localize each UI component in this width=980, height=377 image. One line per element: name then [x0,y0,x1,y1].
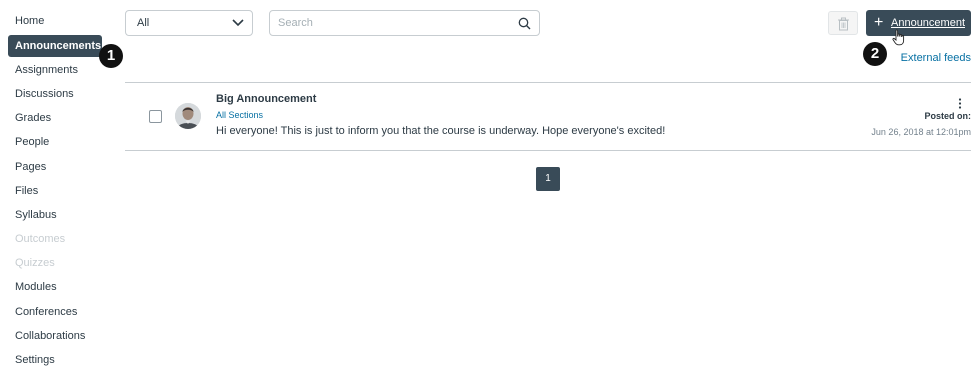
hand-cursor-icon [892,29,905,46]
nav-item-conferences[interactable]: Conferences [8,301,102,323]
row-divider-top [125,82,971,83]
search-icon [518,17,531,30]
nav-item-modules[interactable]: Modules [8,276,102,298]
plus-icon: + [874,14,884,31]
nav-item-home[interactable]: Home [8,10,102,32]
delete-button[interactable] [828,11,858,35]
nav-item-syllabus[interactable]: Syllabus [8,204,102,226]
external-feeds-link[interactable]: External feeds [901,52,971,64]
search-input[interactable] [270,11,500,35]
posted-on-label: Posted on: [924,111,972,121]
nav-item-files[interactable]: Files [8,180,102,202]
nav-item-people[interactable]: People [8,131,102,153]
announcement-preview: Hi everyone! This is just to inform you … [216,125,666,137]
nav-item-discussions[interactable]: Discussions [8,83,102,105]
nav-item-assignments[interactable]: Assignments [8,59,102,81]
trash-icon [838,17,849,31]
posted-date: Jun 26, 2018 at 12:01pm [871,127,971,137]
nav-item-settings[interactable]: Settings [8,349,102,371]
pagination-current-page[interactable]: 1 [536,167,560,191]
author-avatar[interactable] [175,103,201,129]
announcement-title[interactable]: Big Announcement [216,93,316,105]
add-announcement-button[interactable]: + Announcement [866,10,971,36]
callout-marker-2: 2 [863,42,887,66]
row-divider-bottom [125,150,971,151]
more-options-icon[interactable] [955,97,965,111]
chevron-down-icon [232,19,244,27]
person-avatar-icon [175,103,201,129]
announcement-sections: All Sections [216,110,264,120]
nav-item-announcements[interactable]: Announcements [8,35,102,57]
announcement-checkbox[interactable] [149,110,162,123]
nav-item-collaborations[interactable]: Collaborations [8,325,102,347]
callout-marker-1: 1 [99,44,123,68]
nav-item-outcomes[interactable]: Outcomes [8,228,102,250]
section-filter-select[interactable]: All [125,10,253,36]
section-filter-value: All [137,17,150,29]
nav-item-quizzes[interactable]: Quizzes [8,252,102,274]
nav-item-grades[interactable]: Grades [8,107,102,129]
nav-item-pages[interactable]: Pages [8,156,102,178]
search-field[interactable] [269,10,540,36]
